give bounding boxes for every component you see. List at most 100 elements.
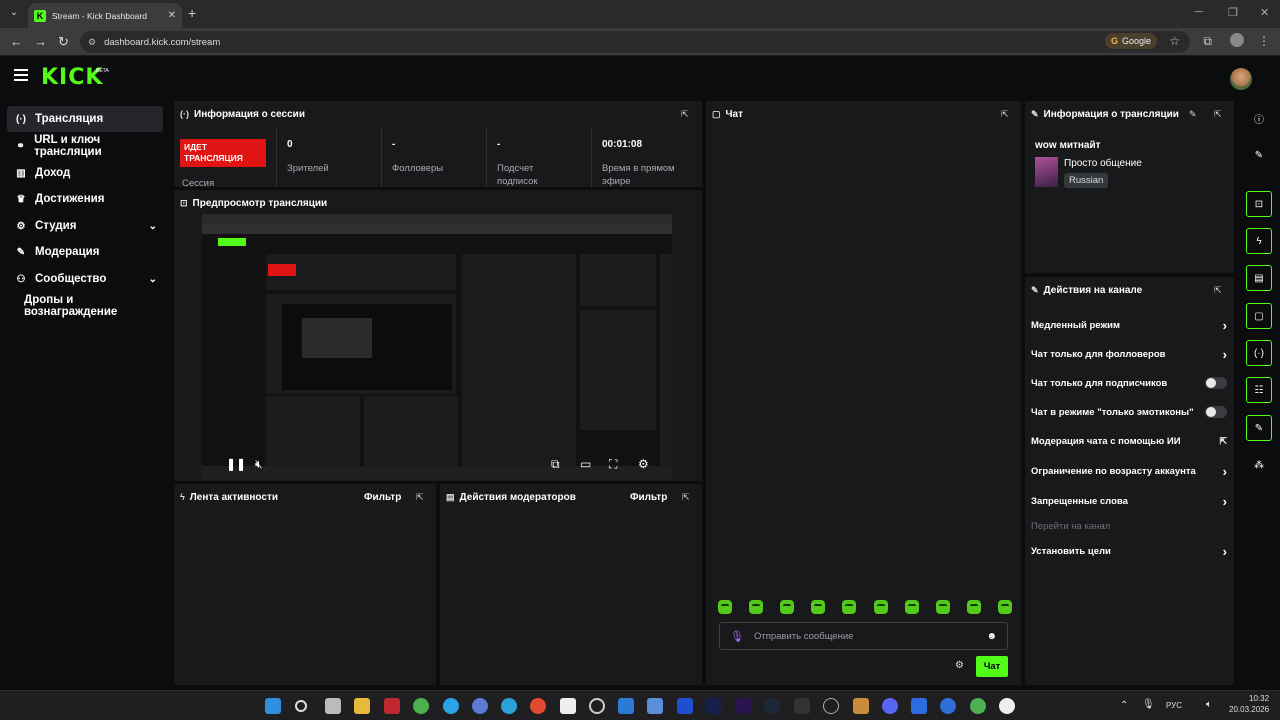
broadcast-icon[interactable]: (·) bbox=[1246, 340, 1272, 366]
forward-icon[interactable]: → bbox=[34, 34, 47, 49]
sidebar-item-achievements[interactable]: ♛ Достижения bbox=[7, 186, 163, 212]
tab-list-button[interactable]: ⌄ bbox=[6, 5, 22, 21]
app-icon[interactable] bbox=[560, 698, 576, 714]
action-slow-mode[interactable]: Медленный режим › bbox=[1031, 315, 1227, 335]
action-set-goals[interactable]: Установить цели › bbox=[1031, 541, 1227, 561]
popout-icon[interactable]: ⇱ bbox=[1214, 285, 1224, 295]
close-window-icon[interactable]: ✕ bbox=[1260, 6, 1269, 19]
sidebar-item-studio[interactable]: ⚙ Студия ⌄ bbox=[7, 213, 163, 239]
app-icon[interactable] bbox=[443, 698, 459, 714]
minimize-icon[interactable]: ─ bbox=[1195, 6, 1203, 18]
emote-button[interactable] bbox=[935, 600, 950, 614]
emote-button[interactable] bbox=[842, 600, 857, 614]
sidebar-item-community[interactable]: ⚇ Сообщество ⌄ bbox=[7, 266, 163, 292]
pencil-icon[interactable]: ✎ bbox=[1246, 142, 1272, 168]
reload-icon[interactable]: ↻ bbox=[58, 34, 69, 50]
windows-start-icon[interactable] bbox=[265, 698, 281, 714]
filter-button[interactable]: Фильтр bbox=[630, 492, 667, 503]
telegram-icon[interactable] bbox=[501, 698, 517, 714]
tray-overflow-icon[interactable]: ⌃ bbox=[1120, 700, 1128, 711]
clock-date[interactable]: 20.03.2026 bbox=[1229, 705, 1269, 714]
epic-games-icon[interactable] bbox=[794, 698, 810, 714]
chat-settings-icon[interactable]: ⚙ bbox=[955, 660, 964, 671]
hamburger-menu-icon[interactable] bbox=[14, 69, 28, 81]
sidebar-item-stream-key[interactable]: ⚭ URL и ключ трансляции bbox=[7, 133, 163, 159]
premiere-icon[interactable] bbox=[735, 698, 751, 714]
sidebar-item-moderation[interactable]: ✎ Модерация bbox=[7, 239, 163, 265]
app-icon[interactable] bbox=[940, 698, 956, 714]
discord-icon[interactable] bbox=[882, 698, 898, 714]
photoshop-icon[interactable] bbox=[706, 698, 722, 714]
action-ai-moderation[interactable]: Модерация чата с помощью ИИ ⇱ bbox=[1031, 431, 1227, 451]
address-bar[interactable]: ⚙ dashboard.kick.com/stream bbox=[80, 31, 1190, 53]
popout-icon[interactable]: ⇱ bbox=[681, 109, 691, 119]
steam-icon[interactable] bbox=[764, 698, 780, 714]
emote-button[interactable] bbox=[780, 600, 795, 614]
app-icon[interactable] bbox=[647, 698, 663, 714]
task-view-icon[interactable] bbox=[325, 698, 341, 714]
emote-button[interactable] bbox=[718, 600, 732, 614]
browser-menu-icon[interactable]: ⋮ bbox=[1258, 34, 1270, 48]
app-icon[interactable] bbox=[472, 698, 488, 714]
emote-button[interactable] bbox=[997, 600, 1012, 614]
google-lens-chip[interactable]: G Google bbox=[1104, 33, 1157, 49]
theater-mode-icon[interactable]: ▭ bbox=[580, 457, 591, 471]
user-avatar[interactable] bbox=[1230, 68, 1252, 90]
app-icon[interactable] bbox=[911, 698, 927, 714]
pause-icon[interactable]: ❚❚ bbox=[226, 457, 246, 471]
close-tab-icon[interactable]: ✕ bbox=[168, 10, 176, 21]
info-icon[interactable]: ⓘ bbox=[1246, 105, 1272, 131]
emote-button[interactable] bbox=[749, 600, 764, 614]
action-banned-words[interactable]: Запрещенные слова › bbox=[1031, 491, 1227, 511]
wrench-icon[interactable]: ✎ bbox=[1246, 415, 1272, 441]
app-icon[interactable] bbox=[823, 698, 839, 714]
kick-logo[interactable]: KICK bbox=[41, 65, 103, 90]
chrome-icon[interactable] bbox=[970, 698, 986, 714]
obs-icon[interactable] bbox=[999, 698, 1015, 714]
preview-toggle-icon[interactable]: ⊡ bbox=[1246, 191, 1272, 217]
send-chat-button[interactable]: Чат bbox=[976, 656, 1008, 677]
file-explorer-icon[interactable] bbox=[354, 698, 370, 714]
mute-icon[interactable]: 🔇︎ bbox=[255, 457, 263, 472]
volume-icon[interactable]: 🔈︎ bbox=[1206, 699, 1212, 710]
chat-bubble-icon[interactable]: ▢ bbox=[1246, 303, 1272, 329]
add-widget-icon[interactable]: ⁂ bbox=[1246, 452, 1272, 478]
emotes-only-toggle[interactable] bbox=[1205, 406, 1227, 418]
new-tab-button[interactable]: + bbox=[188, 5, 196, 21]
microphone-icon[interactable]: 🎙︎ bbox=[730, 630, 744, 643]
emote-button[interactable] bbox=[873, 600, 888, 614]
emoji-icon[interactable]: ☻ bbox=[986, 631, 997, 642]
popout-icon[interactable]: ⇱ bbox=[682, 492, 692, 502]
action-followers-only[interactable]: Чат только для фолловеров › bbox=[1031, 344, 1227, 364]
video-preview[interactable] bbox=[202, 214, 672, 480]
sidebar-item-drops[interactable]: Дропы и вознаграждение bbox=[7, 293, 163, 319]
filter-button[interactable]: Фильтр bbox=[364, 492, 401, 503]
lightning-icon[interactable]: ϟ bbox=[1246, 228, 1272, 254]
settings-gear-icon[interactable]: ⚙ bbox=[638, 457, 649, 471]
app-icon[interactable] bbox=[853, 698, 869, 714]
popout-icon[interactable]: ⇱ bbox=[416, 492, 426, 502]
action-account-age[interactable]: Ограничение по возрасту аккаунта › bbox=[1031, 461, 1227, 481]
popout-icon[interactable]: ⇱ bbox=[1001, 109, 1011, 119]
extensions-icon[interactable]: ⧉ bbox=[1203, 34, 1212, 49]
site-info-icon[interactable]: ⚙ bbox=[88, 37, 96, 48]
clock-time[interactable]: 10:32 bbox=[1249, 694, 1269, 703]
sidebar-item-revenue[interactable]: ▥ Доход bbox=[7, 160, 163, 186]
layout-icon[interactable]: ☷ bbox=[1246, 377, 1272, 403]
restore-icon[interactable]: ❐ bbox=[1228, 6, 1238, 19]
picture-in-picture-icon[interactable]: ⧉ bbox=[551, 457, 560, 472]
bookmark-star-icon[interactable]: ☆ bbox=[1169, 34, 1180, 48]
emote-button[interactable] bbox=[811, 600, 826, 614]
chrome-icon[interactable] bbox=[413, 698, 429, 714]
browser-tab[interactable]: K Stream - Kick Dashboard ✕ bbox=[28, 3, 182, 28]
vscode-icon[interactable] bbox=[618, 698, 634, 714]
profile-avatar[interactable] bbox=[1230, 33, 1244, 47]
language-indicator[interactable]: РУС bbox=[1166, 701, 1182, 710]
document-icon[interactable]: ▤ bbox=[1246, 265, 1272, 291]
sidebar-item-stream[interactable]: (·) Трансляция bbox=[7, 106, 163, 132]
search-icon[interactable] bbox=[295, 700, 307, 712]
github-icon[interactable] bbox=[589, 698, 605, 714]
microphone-icon[interactable]: 🎙︎ bbox=[1142, 699, 1155, 710]
edit-pencil-icon[interactable]: ✎ bbox=[1189, 109, 1199, 119]
app-icon[interactable] bbox=[677, 698, 693, 714]
